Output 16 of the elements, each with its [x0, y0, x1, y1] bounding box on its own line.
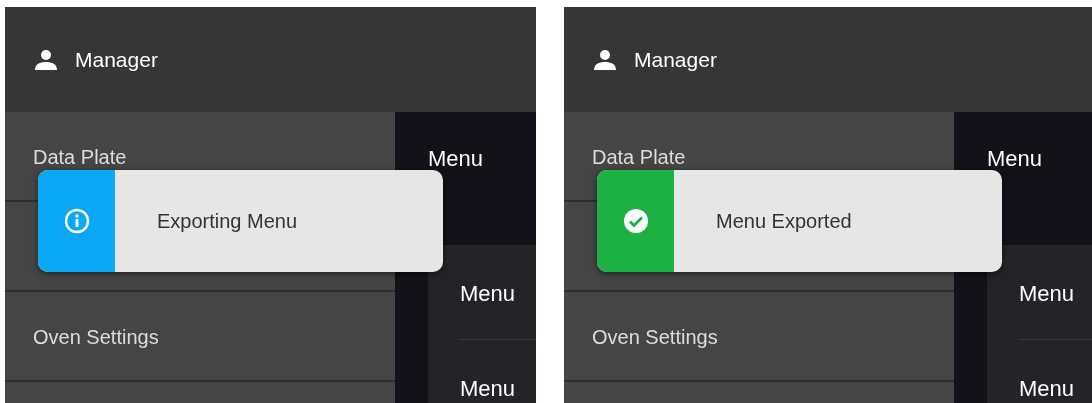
toast-message: Menu Exported — [715, 209, 852, 234]
check-circle-icon — [622, 208, 649, 234]
user-icon — [594, 49, 616, 70]
user-name: Manager — [634, 46, 717, 73]
menu-item[interactable]: Menu — [460, 245, 536, 340]
toast-message: Exporting Menu — [156, 209, 298, 234]
user-name: Manager — [75, 46, 158, 73]
menu-item[interactable]: Menu — [1019, 340, 1092, 403]
menu-item[interactable]: Menu — [460, 340, 536, 403]
menu-item[interactable]: Menu — [1019, 245, 1092, 340]
info-icon — [63, 208, 90, 234]
sidebar-item[interactable]: Oven Settings — [564, 292, 954, 380]
sidebar-item[interactable]: Oven Settings — [5, 292, 395, 380]
content-title: Menu — [987, 145, 1044, 173]
content-title: Menu — [428, 145, 485, 173]
user-icon — [35, 49, 57, 70]
